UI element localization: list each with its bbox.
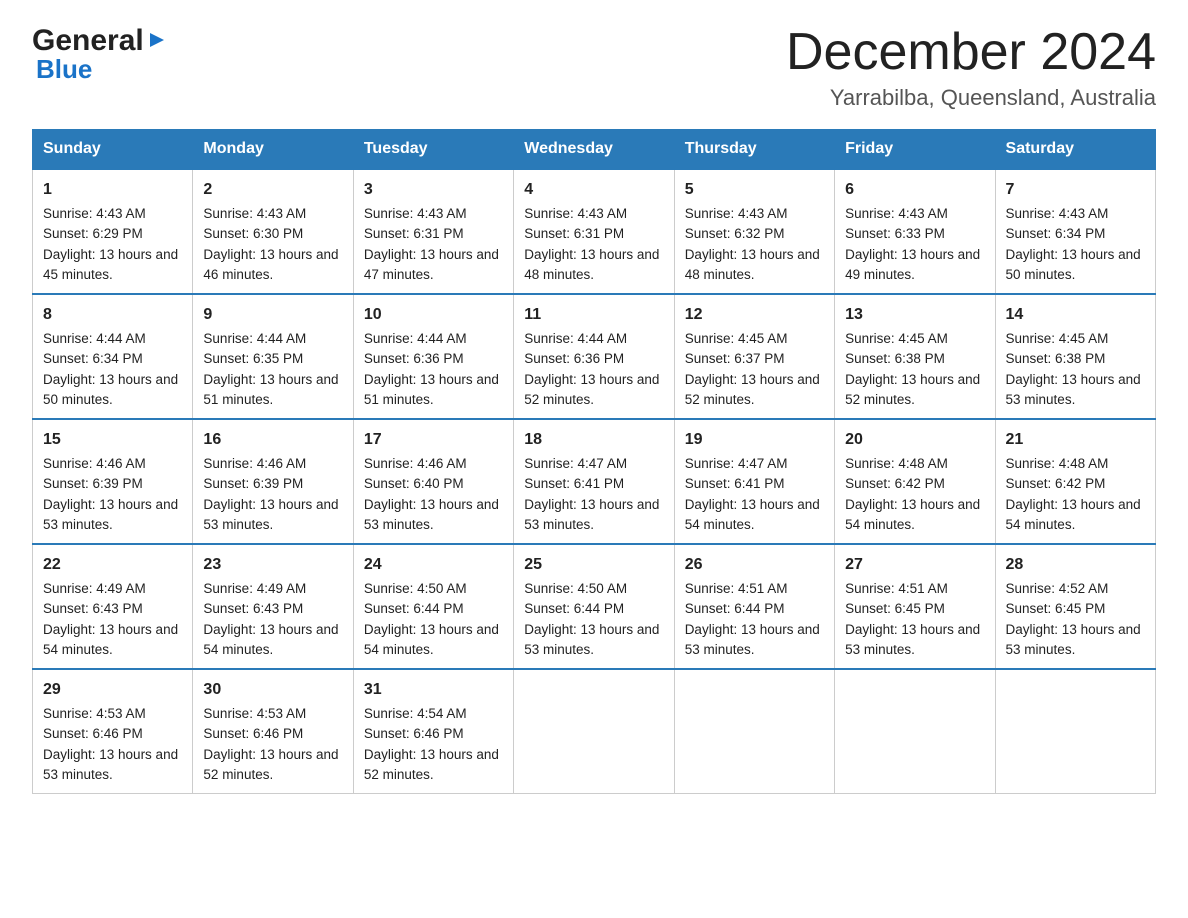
calendar-cell: 31Sunrise: 4:54 AMSunset: 6:46 PMDayligh… [353,669,513,794]
calendar-cell: 3Sunrise: 4:43 AMSunset: 6:31 PMDaylight… [353,169,513,294]
calendar-cell: 8Sunrise: 4:44 AMSunset: 6:34 PMDaylight… [33,294,193,419]
calendar-cell: 26Sunrise: 4:51 AMSunset: 6:44 PMDayligh… [674,544,834,669]
day-number: 26 [685,553,824,577]
calendar-cell: 25Sunrise: 4:50 AMSunset: 6:44 PMDayligh… [514,544,674,669]
calendar-cell: 10Sunrise: 4:44 AMSunset: 6:36 PMDayligh… [353,294,513,419]
day-number: 7 [1006,178,1145,202]
calendar-cell: 28Sunrise: 4:52 AMSunset: 6:45 PMDayligh… [995,544,1155,669]
day-number: 29 [43,678,182,702]
header-friday: Friday [835,130,995,170]
calendar-cell: 14Sunrise: 4:45 AMSunset: 6:38 PMDayligh… [995,294,1155,419]
calendar-cell: 30Sunrise: 4:53 AMSunset: 6:46 PMDayligh… [193,669,353,794]
header: General Blue December 2024 Yarrabilba, Q… [32,24,1156,111]
day-number: 21 [1006,428,1145,452]
day-number: 3 [364,178,503,202]
day-number: 23 [203,553,342,577]
calendar-cell: 24Sunrise: 4:50 AMSunset: 6:44 PMDayligh… [353,544,513,669]
calendar-week-3: 15Sunrise: 4:46 AMSunset: 6:39 PMDayligh… [33,419,1156,544]
calendar-cell [674,669,834,794]
calendar-cell: 19Sunrise: 4:47 AMSunset: 6:41 PMDayligh… [674,419,834,544]
calendar-cell: 16Sunrise: 4:46 AMSunset: 6:39 PMDayligh… [193,419,353,544]
calendar-header-row: SundayMondayTuesdayWednesdayThursdayFrid… [33,130,1156,170]
day-number: 12 [685,303,824,327]
calendar-cell: 11Sunrise: 4:44 AMSunset: 6:36 PMDayligh… [514,294,674,419]
day-number: 13 [845,303,984,327]
day-number: 11 [524,303,663,327]
logo-triangle-icon [146,29,168,51]
day-number: 10 [364,303,503,327]
day-number: 4 [524,178,663,202]
day-number: 31 [364,678,503,702]
day-number: 8 [43,303,182,327]
calendar-cell: 22Sunrise: 4:49 AMSunset: 6:43 PMDayligh… [33,544,193,669]
calendar-cell: 29Sunrise: 4:53 AMSunset: 6:46 PMDayligh… [33,669,193,794]
day-number: 24 [364,553,503,577]
calendar-cell: 27Sunrise: 4:51 AMSunset: 6:45 PMDayligh… [835,544,995,669]
calendar-cell: 15Sunrise: 4:46 AMSunset: 6:39 PMDayligh… [33,419,193,544]
calendar-cell [835,669,995,794]
calendar-cell: 5Sunrise: 4:43 AMSunset: 6:32 PMDaylight… [674,169,834,294]
day-number: 6 [845,178,984,202]
day-number: 22 [43,553,182,577]
calendar-cell: 18Sunrise: 4:47 AMSunset: 6:41 PMDayligh… [514,419,674,544]
calendar-cell: 12Sunrise: 4:45 AMSunset: 6:37 PMDayligh… [674,294,834,419]
day-number: 17 [364,428,503,452]
calendar-cell: 9Sunrise: 4:44 AMSunset: 6:35 PMDaylight… [193,294,353,419]
header-thursday: Thursday [674,130,834,170]
page-title: December 2024 [786,24,1156,81]
calendar-cell: 21Sunrise: 4:48 AMSunset: 6:42 PMDayligh… [995,419,1155,544]
calendar-cell: 7Sunrise: 4:43 AMSunset: 6:34 PMDaylight… [995,169,1155,294]
calendar-cell [995,669,1155,794]
calendar-week-4: 22Sunrise: 4:49 AMSunset: 6:43 PMDayligh… [33,544,1156,669]
calendar-week-1: 1Sunrise: 4:43 AMSunset: 6:29 PMDaylight… [33,169,1156,294]
day-number: 19 [685,428,824,452]
day-number: 1 [43,178,182,202]
calendar-week-2: 8Sunrise: 4:44 AMSunset: 6:34 PMDaylight… [33,294,1156,419]
calendar-cell [514,669,674,794]
logo: General Blue [32,24,168,85]
day-number: 18 [524,428,663,452]
day-number: 16 [203,428,342,452]
header-wednesday: Wednesday [514,130,674,170]
header-sunday: Sunday [33,130,193,170]
day-number: 14 [1006,303,1145,327]
header-monday: Monday [193,130,353,170]
calendar-cell: 6Sunrise: 4:43 AMSunset: 6:33 PMDaylight… [835,169,995,294]
day-number: 30 [203,678,342,702]
day-number: 15 [43,428,182,452]
logo-blue-text: Blue [36,54,92,85]
calendar-cell: 17Sunrise: 4:46 AMSunset: 6:40 PMDayligh… [353,419,513,544]
header-saturday: Saturday [995,130,1155,170]
day-number: 27 [845,553,984,577]
calendar-cell: 23Sunrise: 4:49 AMSunset: 6:43 PMDayligh… [193,544,353,669]
day-number: 9 [203,303,342,327]
calendar-table: SundayMondayTuesdayWednesdayThursdayFrid… [32,129,1156,794]
header-tuesday: Tuesday [353,130,513,170]
page-subtitle: Yarrabilba, Queensland, Australia [786,85,1156,111]
day-number: 25 [524,553,663,577]
calendar-week-5: 29Sunrise: 4:53 AMSunset: 6:46 PMDayligh… [33,669,1156,794]
day-number: 20 [845,428,984,452]
title-area: December 2024 Yarrabilba, Queensland, Au… [786,24,1156,111]
day-number: 2 [203,178,342,202]
day-number: 28 [1006,553,1145,577]
day-number: 5 [685,178,824,202]
calendar-cell: 2Sunrise: 4:43 AMSunset: 6:30 PMDaylight… [193,169,353,294]
calendar-cell: 13Sunrise: 4:45 AMSunset: 6:38 PMDayligh… [835,294,995,419]
calendar-cell: 20Sunrise: 4:48 AMSunset: 6:42 PMDayligh… [835,419,995,544]
calendar-cell: 4Sunrise: 4:43 AMSunset: 6:31 PMDaylight… [514,169,674,294]
logo-general-text: General [32,24,144,58]
calendar-cell: 1Sunrise: 4:43 AMSunset: 6:29 PMDaylight… [33,169,193,294]
